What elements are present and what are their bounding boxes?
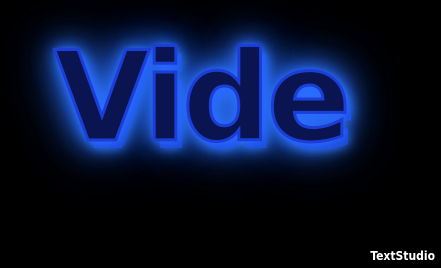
watermark-logo: TextStudio [370, 249, 435, 263]
glowing-word-art: Vide [52, 26, 352, 170]
glow-text-canvas: Vide TextStudio [0, 0, 441, 268]
